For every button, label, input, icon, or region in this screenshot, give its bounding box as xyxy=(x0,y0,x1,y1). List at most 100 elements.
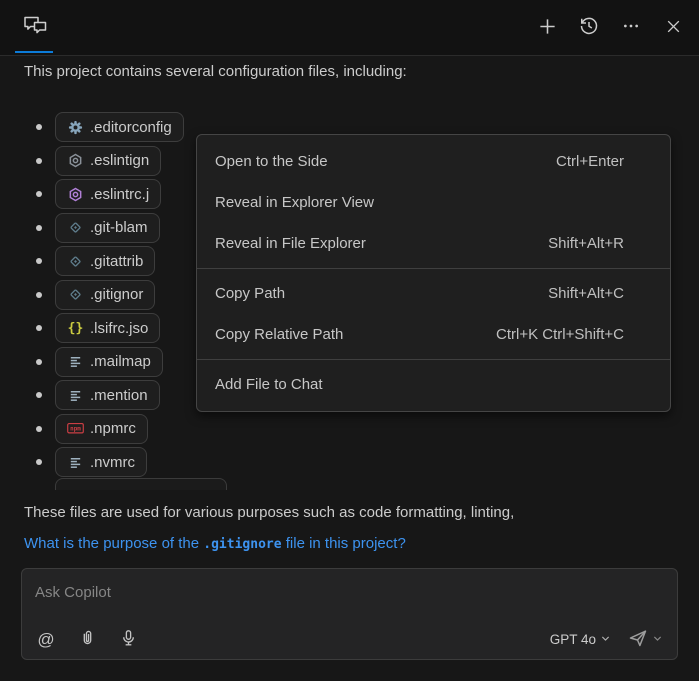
menu-item-keybinding: Shift+Alt+C xyxy=(548,285,624,302)
bullet-dot xyxy=(36,459,42,465)
list-item: .nvmrc xyxy=(36,447,184,477)
menu-item-keybinding: Shift+Alt+R xyxy=(548,235,624,252)
file-name: .eslintrc.j xyxy=(90,186,149,203)
message-outro-text: These files are used for various purpose… xyxy=(24,504,514,521)
file-chip-lsifrc-jso[interactable]: {}.lsifrc.jso xyxy=(55,313,160,343)
bullet-dot xyxy=(36,392,42,398)
bullet-dot xyxy=(36,426,42,432)
bullet-dot xyxy=(36,292,42,298)
git-diamond-icon xyxy=(67,254,84,269)
svg-text:npm: npm xyxy=(70,427,81,433)
list-item: .git-blam xyxy=(36,213,184,243)
file-chip-partial[interactable] xyxy=(55,478,227,490)
bullet-dot xyxy=(36,258,42,264)
menu-item-label: Reveal in File Explorer xyxy=(215,235,366,252)
menu-item-copy-path[interactable]: Copy Path Shift+Alt+C xyxy=(197,273,670,314)
list-item: {}.lsifrc.jso xyxy=(36,313,184,343)
send-options-button[interactable] xyxy=(651,629,663,649)
list-item: .eslintign xyxy=(36,146,184,176)
show-history-button[interactable] xyxy=(579,18,599,38)
chat-icon xyxy=(22,13,49,43)
file-chip-nvmrc[interactable]: .nvmrc xyxy=(55,447,147,477)
menu-item-open-to-the-side[interactable]: Open to the SideCtrl+Enter xyxy=(197,141,670,182)
mention-context-button[interactable]: @ xyxy=(36,629,56,649)
more-actions-button[interactable] xyxy=(621,18,641,38)
list-icon xyxy=(67,455,84,470)
bullet-dot xyxy=(36,158,42,164)
followup-link[interactable]: What is the purpose of the .gitignore fi… xyxy=(24,535,406,552)
at-icon: @ xyxy=(37,631,54,648)
bullet-dot xyxy=(36,359,42,365)
header-actions xyxy=(537,18,683,38)
file-list: .editorconfig .eslintign .eslintrc.j .git-b… xyxy=(36,112,184,481)
new-chat-button[interactable] xyxy=(537,18,557,38)
file-chip-eslintign[interactable]: .eslintign xyxy=(55,146,161,176)
chat-input[interactable]: Ask Copilot xyxy=(35,584,111,601)
file-name: .mailmap xyxy=(90,353,151,370)
menu-item-copy-relative-path[interactable]: Copy Relative Path Ctrl+K Ctrl+Shift+C xyxy=(197,314,670,355)
file-name: .git-blam xyxy=(90,219,148,236)
file-name: .gitignor xyxy=(90,286,143,303)
ellipsis-icon xyxy=(622,17,640,38)
inline-code: .gitignore xyxy=(203,537,281,552)
voice-input-button[interactable] xyxy=(118,629,138,649)
file-name: .lsifrc.jso xyxy=(90,320,148,337)
file-chip-eslintrc-j[interactable]: .eslintrc.j xyxy=(55,179,161,209)
list-item: .gitattrib xyxy=(36,246,184,276)
model-label: GPT 4o xyxy=(550,632,596,647)
history-icon xyxy=(579,16,599,39)
git-diamond-icon xyxy=(67,287,84,302)
context-menu: Open to the SideCtrl+Enter Reveal in Expl… xyxy=(196,134,671,412)
file-name: .mention xyxy=(90,387,148,404)
menu-item-keybinding: Ctrl+K Ctrl+Shift+C xyxy=(496,326,624,343)
gear-icon xyxy=(67,120,84,135)
chat-input-container: Ask Copilot @ xyxy=(21,568,678,660)
plus-icon xyxy=(538,17,557,39)
menu-item-label: Copy Relative Path xyxy=(215,326,343,343)
menu-item-add-file-to-chat[interactable]: Add File to Chat xyxy=(197,364,670,405)
close-icon xyxy=(665,18,682,38)
bullet-dot xyxy=(36,225,42,231)
list-item: .gitignor xyxy=(36,280,184,310)
chevron-down-icon xyxy=(600,632,611,647)
send-button[interactable] xyxy=(628,629,648,649)
file-name: .eslintign xyxy=(90,152,149,169)
input-toolbar: @ xyxy=(22,629,677,649)
file-name: .editorconfig xyxy=(90,119,172,136)
bullet-dot xyxy=(36,191,42,197)
send-icon xyxy=(628,628,648,651)
file-chip-mention[interactable]: .mention xyxy=(55,380,160,410)
list-item: .mailmap xyxy=(36,347,184,377)
list-item: .editorconfig xyxy=(36,112,184,142)
message-intro-text: This project contains several configurat… xyxy=(24,63,407,80)
file-chip-npmrc[interactable]: npm .npmrc xyxy=(55,414,148,444)
menu-item-reveal-in-file-explorer[interactable]: Reveal in File Explorer Shift+Alt+R xyxy=(197,223,670,264)
file-chip-git-blam[interactable]: .git-blam xyxy=(55,213,160,243)
followup-suggestion: What is the purpose of the .gitignore fi… xyxy=(24,535,406,552)
menu-separator xyxy=(197,359,670,360)
close-button[interactable] xyxy=(663,18,683,38)
file-name: .npmrc xyxy=(90,420,136,437)
chevron-down-icon xyxy=(652,632,663,647)
git-diamond-icon xyxy=(67,220,84,235)
menu-item-label: Reveal in Explorer View xyxy=(215,194,374,211)
file-chip-mailmap[interactable]: .mailmap xyxy=(55,347,163,377)
file-chip-editorconfig[interactable]: .editorconfig xyxy=(55,112,184,142)
panel-header xyxy=(0,0,699,56)
attach-file-button[interactable] xyxy=(77,629,97,649)
file-chip-gitignor[interactable]: .gitignor xyxy=(55,280,155,310)
list-icon xyxy=(67,354,84,369)
menu-item-label: Copy Path xyxy=(215,285,285,302)
model-picker[interactable]: GPT 4o xyxy=(550,632,611,647)
tab-chat[interactable] xyxy=(15,0,55,56)
file-chip-gitattrib[interactable]: .gitattrib xyxy=(55,246,155,276)
list-item: npm .npmrc xyxy=(36,414,184,444)
menu-item-label: Add File to Chat xyxy=(215,376,323,393)
eslint-icon xyxy=(67,153,84,168)
menu-item-reveal-in-explorer-view[interactable]: Reveal in Explorer View xyxy=(197,182,670,223)
paperclip-icon xyxy=(79,629,96,650)
list-icon xyxy=(67,388,84,403)
list-item: .eslintrc.j xyxy=(36,179,184,209)
file-name: .gitattrib xyxy=(90,253,143,270)
microphone-icon xyxy=(120,629,137,650)
